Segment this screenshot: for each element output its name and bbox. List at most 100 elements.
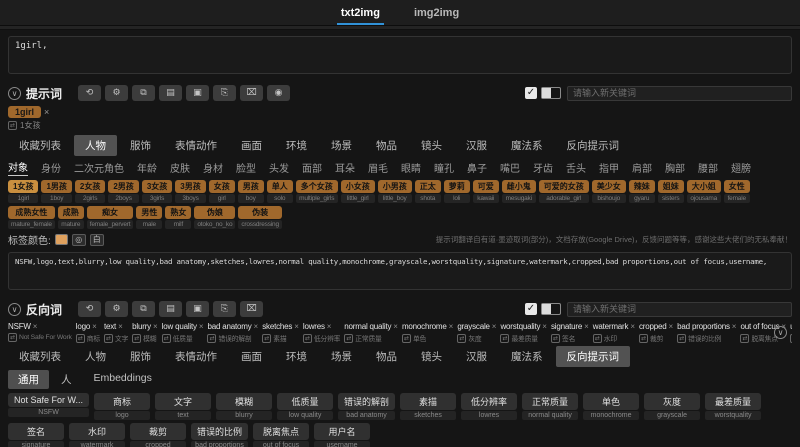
- tag-button[interactable]: 美少女: [591, 180, 626, 193]
- undo-icon[interactable]: ⟲: [78, 85, 102, 101]
- negative-tag-button[interactable]: 模糊: [216, 393, 273, 410]
- category-tab[interactable]: 物品: [365, 135, 408, 156]
- remove-tag-icon[interactable]: ×: [630, 322, 635, 331]
- settings-icon[interactable]: ⚙: [105, 85, 129, 101]
- remove-tag-icon[interactable]: ×: [584, 322, 589, 331]
- tag-chip-label[interactable]: 1girl: [8, 106, 42, 118]
- category-tab[interactable]: 环境: [275, 346, 318, 367]
- negative-subtab[interactable]: 人: [51, 370, 82, 389]
- tag-button[interactable]: 可爱: [472, 180, 499, 193]
- subcategory-tab[interactable]: 指甲: [599, 160, 619, 176]
- category-tab[interactable]: 汉服: [455, 135, 498, 156]
- category-tab[interactable]: 物品: [365, 346, 408, 367]
- negative-chip-label[interactable]: bad proportions: [677, 322, 730, 331]
- tag-button[interactable]: 萝莉: [443, 180, 470, 193]
- copy-icon[interactable]: ⧉: [132, 301, 156, 317]
- tag-button[interactable]: 3女孩: [141, 180, 173, 193]
- notebook-icon[interactable]: ▤: [159, 301, 183, 317]
- remove-tag-icon[interactable]: ×: [153, 322, 158, 331]
- tag-button[interactable]: 1男孩: [41, 180, 72, 193]
- category-tab[interactable]: 收藏列表: [8, 135, 72, 156]
- category-tab[interactable]: 人物: [74, 135, 117, 156]
- subcategory-tab[interactable]: 鼻子: [467, 160, 487, 176]
- remove-tag-icon[interactable]: ×: [732, 322, 737, 331]
- tag-button[interactable]: 1女孩: [8, 180, 39, 193]
- remove-tag-icon[interactable]: ×: [542, 322, 547, 331]
- prompt-textarea[interactable]: 1girl,: [8, 36, 792, 74]
- negative-chip-label[interactable]: lowres: [303, 322, 325, 331]
- negative-prompt-textarea[interactable]: NSFW,logo,text,blurry,low quality,bad an…: [8, 252, 792, 290]
- negative-tag-button[interactable]: 签名: [8, 423, 64, 440]
- subcategory-tab[interactable]: 对象: [8, 159, 28, 176]
- category-tab[interactable]: 表情动作: [164, 346, 228, 367]
- input-mode-toggle[interactable]: [541, 303, 561, 315]
- tag-button[interactable]: 多个女孩: [295, 180, 338, 193]
- tag-button[interactable]: 成熟: [57, 206, 84, 219]
- tag-button[interactable]: 女孩: [208, 180, 235, 193]
- negative-tag-button[interactable]: 低分辨率: [461, 393, 518, 410]
- tag-button[interactable]: 正太: [414, 180, 441, 193]
- remove-tag-icon[interactable]: ×: [294, 322, 299, 331]
- category-tab[interactable]: 收藏列表: [8, 346, 72, 367]
- negative-chip-label[interactable]: blurry: [132, 322, 151, 331]
- tag-button[interactable]: 2男孩: [108, 180, 139, 193]
- tag-button[interactable]: 单人: [266, 180, 293, 193]
- subcategory-tab[interactable]: 舌头: [566, 160, 586, 176]
- negative-chip-label[interactable]: signature: [551, 322, 582, 331]
- remove-tag-icon[interactable]: ×: [254, 322, 259, 331]
- color-picker-icon[interactable]: ◎: [71, 233, 86, 246]
- negative-chip-label[interactable]: logo: [76, 322, 91, 331]
- negative-tag-button[interactable]: 单色: [583, 393, 640, 410]
- subcategory-tab[interactable]: 肩部: [632, 160, 652, 176]
- copy-icon[interactable]: ⧉: [132, 85, 156, 101]
- remove-tag-icon[interactable]: ×: [118, 322, 123, 331]
- tag-button[interactable]: 伪娘: [194, 206, 236, 219]
- remove-tag-icon[interactable]: ×: [393, 322, 398, 331]
- negative-tag-button[interactable]: 正常质量: [522, 393, 579, 410]
- category-tab[interactable]: 服饰: [119, 346, 162, 367]
- tag-button[interactable]: 小女孩: [340, 180, 375, 193]
- tag-button[interactable]: 男孩: [237, 180, 264, 193]
- tag-button[interactable]: 男性: [136, 206, 163, 219]
- subcategory-tab[interactable]: 身材: [203, 160, 223, 176]
- negative-chip-label[interactable]: cropped: [639, 322, 667, 331]
- new-negative-keyword-input[interactable]: [567, 301, 792, 317]
- negative-tag-button[interactable]: 最差质量: [705, 393, 762, 410]
- undo-icon[interactable]: ⟲: [78, 301, 102, 317]
- negative-chip-label[interactable]: watermark: [593, 322, 629, 331]
- auto-translate-checkbox[interactable]: ✓: [525, 303, 537, 315]
- remove-tag-icon[interactable]: ×: [449, 322, 454, 331]
- negative-tag-button[interactable]: 裁剪: [130, 423, 186, 440]
- negative-chip-label[interactable]: username: [790, 322, 792, 331]
- collapse-chips-icon[interactable]: ∨: [774, 326, 787, 339]
- negative-chip-label[interactable]: sketches: [262, 322, 292, 331]
- subcategory-tab[interactable]: 皮肤: [170, 160, 190, 176]
- tag-button[interactable]: 女性: [723, 180, 750, 193]
- tag-button[interactable]: 可爱的女孩: [538, 180, 589, 193]
- category-tab[interactable]: 反向提示词: [555, 346, 630, 367]
- category-tab[interactable]: 画面: [230, 346, 273, 367]
- tag-button[interactable]: 伪装: [238, 206, 282, 219]
- category-tab[interactable]: 镜头: [410, 346, 453, 367]
- negative-chip-label[interactable]: grayscale: [457, 322, 490, 331]
- category-tab[interactable]: 服饰: [119, 135, 162, 156]
- mode-tab[interactable]: img2img: [410, 2, 463, 25]
- negative-chip-label[interactable]: text: [104, 322, 116, 331]
- category-tab[interactable]: 反向提示词: [556, 135, 631, 156]
- negative-subtab[interactable]: 通用: [8, 370, 49, 389]
- subcategory-tab[interactable]: 头发: [269, 160, 289, 176]
- subcategory-tab[interactable]: 面部: [302, 160, 322, 176]
- negative-tag-button[interactable]: 脱离焦点: [253, 423, 310, 440]
- paste-icon[interactable]: ⎘: [213, 301, 237, 317]
- trash-icon[interactable]: ⌧: [240, 85, 264, 101]
- negative-tag-button[interactable]: 灰度: [644, 393, 701, 410]
- category-tab[interactable]: 画面: [230, 135, 273, 156]
- subcategory-tab[interactable]: 牙齿: [533, 160, 553, 176]
- negative-tag-button[interactable]: 水印: [69, 423, 125, 440]
- subcategory-tab[interactable]: 二次元角色: [74, 160, 124, 176]
- category-tab[interactable]: 镜头: [410, 135, 453, 156]
- category-tab[interactable]: 魔法系: [500, 135, 554, 156]
- settings-icon[interactable]: ⚙: [105, 301, 129, 317]
- negative-chip-label[interactable]: low quality: [162, 322, 197, 331]
- negative-tag-button[interactable]: 错误的解剖: [338, 393, 396, 410]
